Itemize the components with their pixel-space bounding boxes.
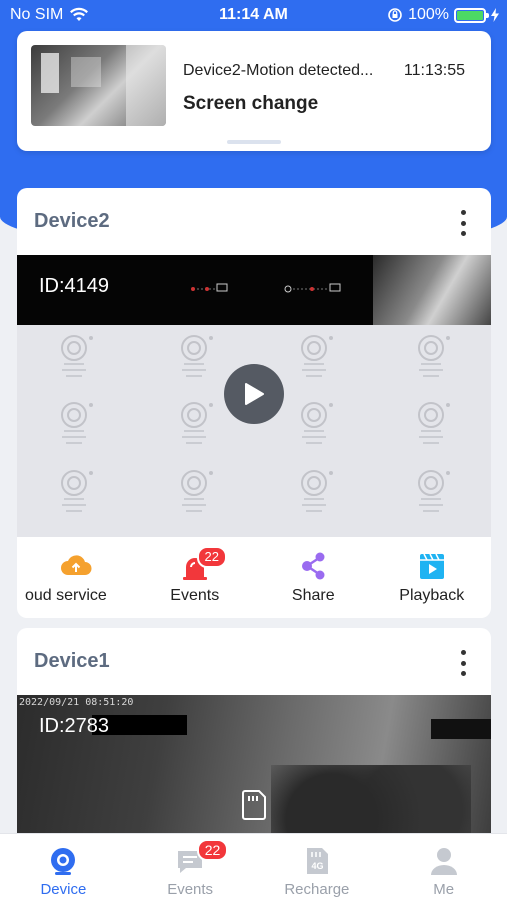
events-button[interactable]: 22 Events xyxy=(136,537,255,618)
watermark-camera-icon xyxy=(61,335,93,377)
user-icon xyxy=(430,848,457,875)
watermark-camera-icon xyxy=(181,470,213,512)
charging-icon xyxy=(491,8,499,22)
device-live-preview[interactable]: 2022/09/21 08:51:20 ID:2783 xyxy=(17,695,491,848)
share-icon xyxy=(302,552,325,580)
notification-time: 11:13:55 xyxy=(403,62,465,79)
watermark-camera-icon xyxy=(181,335,213,377)
battery-percent: 100% xyxy=(408,6,449,23)
status-bar: No SIM 11:14 AM 100% xyxy=(0,0,507,30)
device-card-device2: Device2 ID:4149 oud service 22 Events Sh… xyxy=(17,188,491,618)
device-card-device1: Device1 2022/09/21 08:51:20 ID:2783 xyxy=(17,628,491,848)
cloud-service-label: oud service xyxy=(25,587,107,604)
battery-icon xyxy=(454,7,489,23)
tab-label: Recharge xyxy=(284,881,350,898)
events-badge: 22 xyxy=(196,546,227,568)
playback-button[interactable]: Playback xyxy=(373,537,492,618)
events-label: Events xyxy=(170,587,220,604)
more-options-icon[interactable] xyxy=(455,208,471,238)
notification-subtitle: Screen change xyxy=(183,93,319,114)
sd-card-icon[interactable] xyxy=(241,789,267,821)
tab-label: Events xyxy=(167,881,214,898)
device-snapshot xyxy=(373,255,491,325)
watermark-camera-icon xyxy=(181,402,213,444)
play-button[interactable] xyxy=(224,364,284,424)
device-action-bar: oud service 22 Events Share Playback xyxy=(17,537,491,618)
tab-events[interactable]: 22 Events xyxy=(127,834,254,900)
video-player[interactable] xyxy=(17,325,491,537)
tab-label: Device xyxy=(40,881,87,898)
playback-label: Playback xyxy=(399,587,465,604)
share-label: Share xyxy=(291,587,335,604)
watermark-camera-icon xyxy=(61,402,93,444)
notification-thumbnail xyxy=(31,45,166,126)
watermark-camera-icon xyxy=(418,470,450,512)
device-name: Device1 xyxy=(34,650,110,672)
watermark-camera-icon xyxy=(418,402,450,444)
events-tab-badge: 22 xyxy=(196,839,229,861)
tab-recharge[interactable]: 4G Recharge xyxy=(254,834,381,900)
cloud-icon xyxy=(61,555,92,575)
playback-icon xyxy=(419,553,444,579)
bottom-tab-bar: Device 22 Events 4G Recharge Me xyxy=(0,833,507,900)
cloud-service-button[interactable]: oud service xyxy=(17,537,136,618)
motion-notification-card[interactable]: Device2-Motion detected... 11:13:55 Scre… xyxy=(17,31,491,151)
more-options-icon[interactable] xyxy=(455,648,471,678)
tab-label: Me xyxy=(433,881,455,898)
watermark-camera-icon xyxy=(301,402,333,444)
notification-title: Device2-Motion detected... xyxy=(183,62,374,79)
watermark-camera-icon xyxy=(301,470,333,512)
network-status-icon-2 xyxy=(284,283,341,293)
watermark-camera-icon xyxy=(61,470,93,512)
tab-device[interactable]: Device xyxy=(0,834,127,900)
sim-card-icon: 4G xyxy=(306,848,328,874)
device-id-label: ID:2783 xyxy=(39,715,110,737)
device-id-label: ID:4149 xyxy=(39,275,110,297)
drag-handle[interactable] xyxy=(227,140,281,144)
orientation-lock-icon xyxy=(388,8,402,22)
play-icon xyxy=(245,383,264,405)
svg-text:4G: 4G xyxy=(311,861,323,871)
share-button[interactable]: Share xyxy=(254,537,373,618)
device-preview-strip[interactable]: ID:4149 xyxy=(17,255,491,325)
watermark-camera-icon xyxy=(418,335,450,377)
watermark-camera-icon xyxy=(301,335,333,377)
camera-icon xyxy=(51,848,76,875)
network-status-icon xyxy=(191,283,228,292)
device-name: Device2 xyxy=(34,210,110,232)
tab-me[interactable]: Me xyxy=(380,834,507,900)
video-timestamp: 2022/09/21 08:51:20 xyxy=(19,697,134,708)
